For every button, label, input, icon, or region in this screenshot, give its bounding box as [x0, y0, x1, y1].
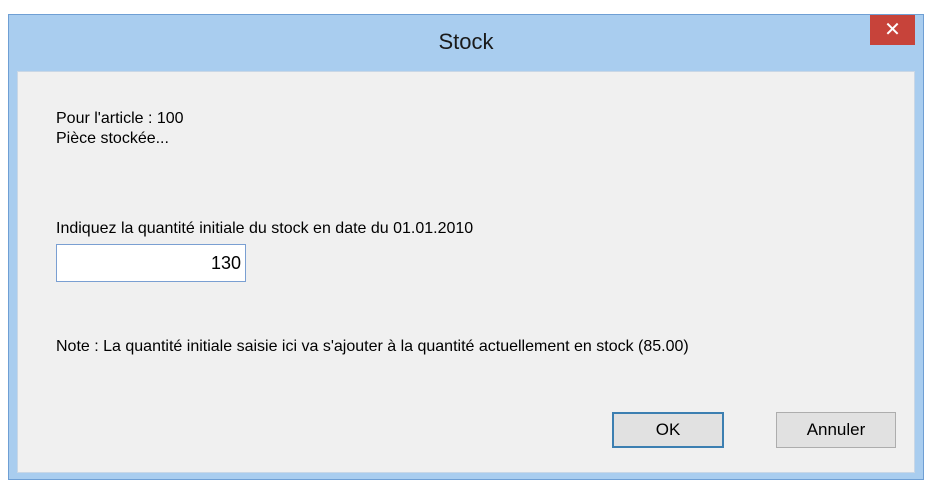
close-icon: ✕ — [884, 17, 901, 41]
description-label: Pièce stockée... — [56, 130, 169, 147]
article-label: Pour l'article : 100 — [56, 110, 184, 127]
stock-dialog-window: Stock ✕ Pour l'article : 100 Pièce stock… — [8, 14, 924, 480]
prompt-label: Indiquez la quantité initiale du stock e… — [56, 220, 474, 237]
close-button[interactable]: ✕ — [870, 15, 915, 45]
title-bar[interactable]: Stock ✕ — [9, 15, 923, 71]
ok-button[interactable]: OK — [612, 412, 724, 448]
window-title: Stock — [438, 29, 494, 54]
initial-quantity-input[interactable] — [56, 244, 246, 282]
cancel-button[interactable]: Annuler — [776, 412, 896, 448]
dialog-body: Pour l'article : 100 Pièce stockée... In… — [17, 71, 915, 473]
note-label: Note : La quantité initiale saisie ici v… — [56, 338, 689, 355]
